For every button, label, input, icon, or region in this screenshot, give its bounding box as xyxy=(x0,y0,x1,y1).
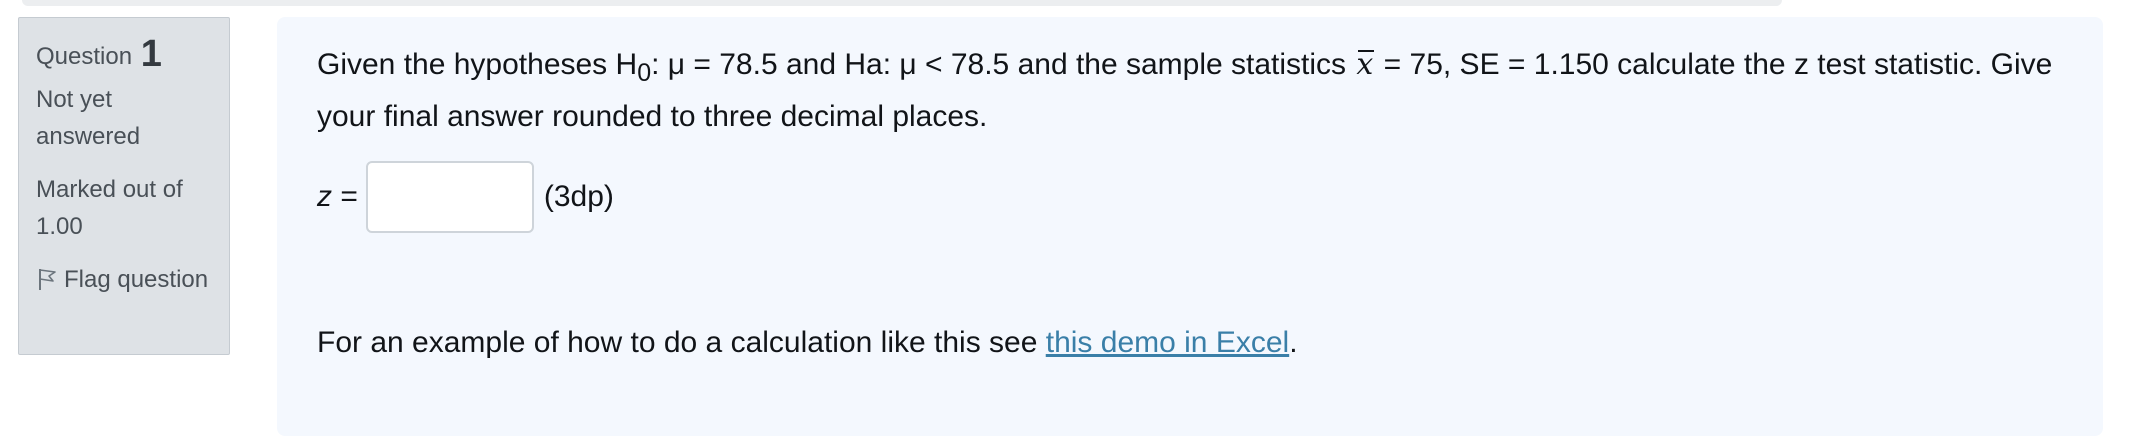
answer-row: z = (3dp) xyxy=(317,161,2063,233)
question-number: 1 xyxy=(140,33,162,75)
z-equals: = xyxy=(332,180,358,213)
flag-question-link[interactable]: Flag question xyxy=(36,261,213,298)
question-text-part2: : μ = 78.5 and Ha: μ < 78.5 and the samp… xyxy=(651,48,1355,81)
z-variable: z xyxy=(317,180,332,213)
previous-section-strip xyxy=(22,0,1782,6)
question-text-part1: Given the hypotheses H xyxy=(317,48,638,81)
z-answer-input[interactable] xyxy=(365,161,534,233)
question-state: Not yet answered xyxy=(36,86,141,150)
x-bar-symbol: x xyxy=(1354,43,1375,87)
question-grade: Marked out of 1.00 xyxy=(36,176,183,240)
flag-outline-icon xyxy=(36,265,60,290)
question-label: Question xyxy=(36,43,133,70)
example-text-trailing: . xyxy=(1289,326,1298,359)
example-text: For an example of how to do a calculatio… xyxy=(317,321,2063,365)
flag-question-label: Flag question xyxy=(64,266,209,293)
question-text: Given the hypotheses H0: μ = 78.5 and Ha… xyxy=(317,43,2063,139)
decimal-places-label: (3dp) xyxy=(543,180,614,213)
question-info-panel: Question 1 Not yet answered Marked out o… xyxy=(18,17,230,355)
h0-subscript: 0 xyxy=(637,59,652,87)
demo-excel-link[interactable]: this demo in Excel xyxy=(1046,326,1289,359)
example-text-lead: For an example of how to do a calculatio… xyxy=(317,326,1046,359)
question-content: Given the hypotheses H0: μ = 78.5 and Ha… xyxy=(277,17,2103,436)
z-label: z = xyxy=(317,175,358,219)
question-heading: Question 1 xyxy=(36,30,213,78)
